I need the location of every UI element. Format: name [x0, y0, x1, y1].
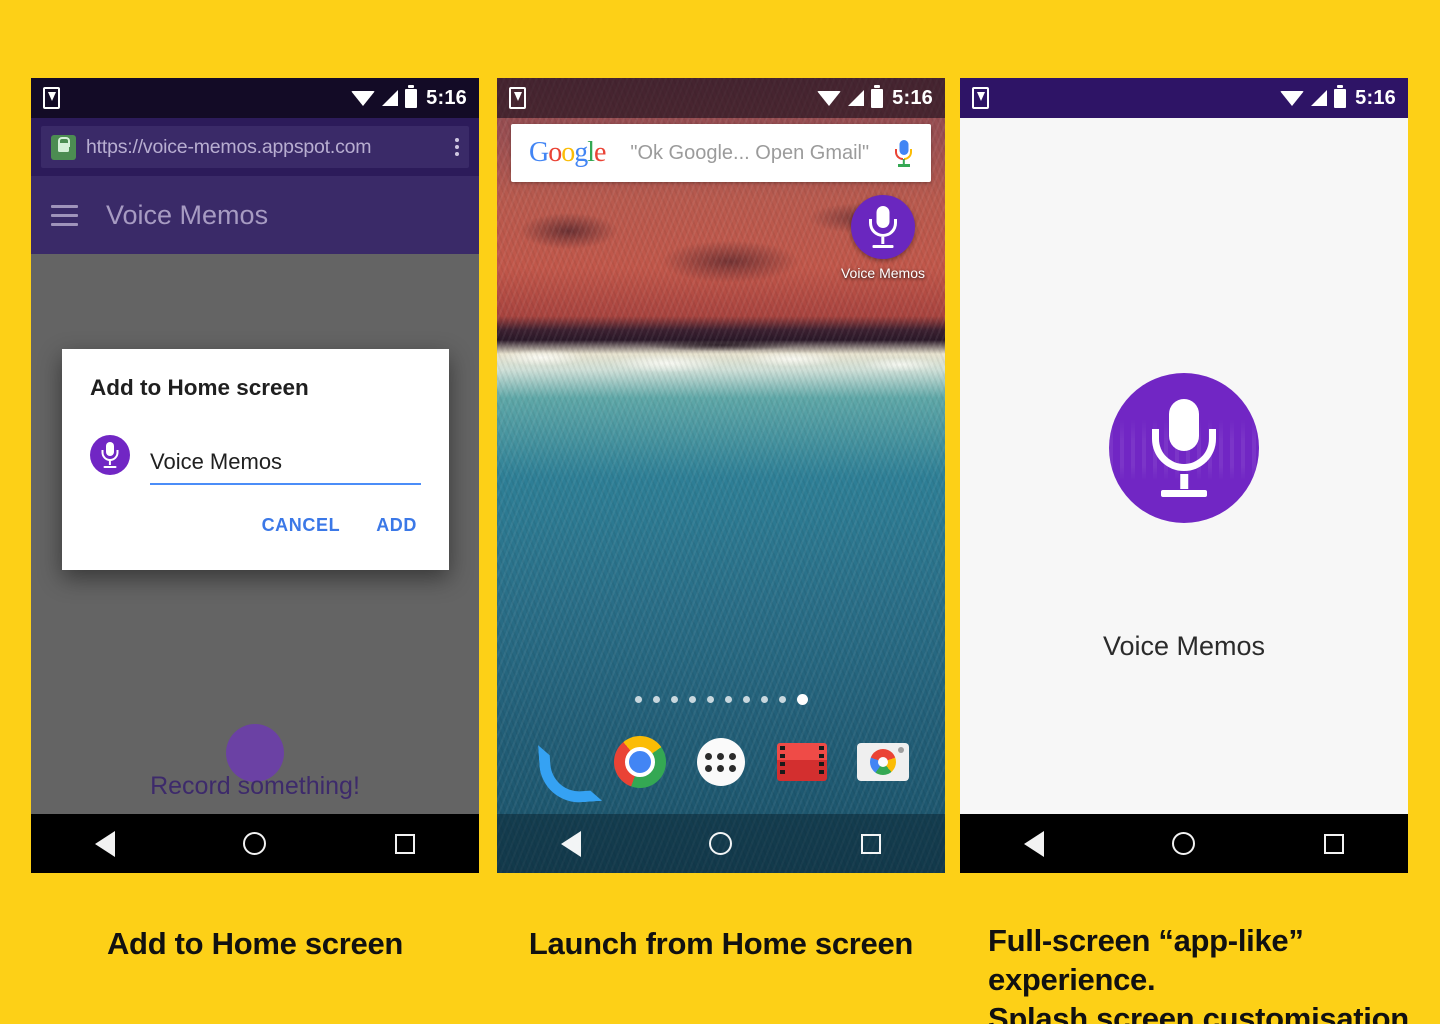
back-icon[interactable]: [1024, 830, 1045, 857]
phone-app-icon[interactable]: [530, 733, 588, 791]
google-search-widget[interactable]: Google "Ok Google... Open Gmail": [511, 124, 931, 182]
google-logo: Google: [529, 137, 606, 168]
system-nav-bar: [31, 814, 479, 873]
signal-icon: [848, 90, 865, 106]
system-nav-bar: [497, 814, 945, 873]
lock-icon: [51, 134, 76, 160]
page-dot[interactable]: [688, 696, 696, 703]
home-icon[interactable]: [243, 832, 267, 855]
home-icon[interactable]: [1172, 832, 1196, 855]
browser-toolbar: https://voice-memos.appspot.com: [31, 118, 479, 176]
page-dot[interactable]: [778, 696, 786, 703]
status-bar-right: 5:16: [1280, 87, 1396, 110]
status-bar: 5:16: [497, 78, 945, 118]
kebab-menu-icon[interactable]: [455, 138, 459, 156]
splash-app-name: Voice Memos: [1102, 631, 1266, 661]
page-dot-active[interactable]: [796, 694, 808, 705]
shortcut-name-value: Voice Memos: [150, 449, 283, 474]
download-icon: [509, 87, 526, 109]
caption-launch-from-home-screen: Launch from Home screen: [528, 926, 914, 961]
recents-icon[interactable]: [394, 833, 415, 854]
status-bar-clock: 5:16: [892, 86, 933, 109]
wifi-icon: [351, 90, 376, 106]
search-hint-text: "Ok Google... Open Gmail": [630, 141, 870, 164]
status-bar: 5:16: [960, 78, 1408, 118]
page-dot[interactable]: [670, 696, 678, 703]
caption-line-2: Splash screen customisation: [988, 1000, 1409, 1024]
camera-app-icon[interactable]: [854, 733, 912, 791]
shortcut-name-input[interactable]: Voice Memos: [150, 449, 421, 485]
page-indicator: [497, 694, 945, 705]
url-text: https://voice-memos.appspot.com: [86, 135, 372, 158]
play-movies-app-icon[interactable]: [773, 733, 831, 791]
add-button[interactable]: ADD: [376, 515, 417, 536]
phone-screenshot-launcher: 5:16 Google "Ok Google... Open Gmail" Vo…: [497, 78, 945, 873]
splash-screen: Voice Memos: [960, 118, 1408, 814]
dock: [497, 733, 945, 791]
microphone-icon: [90, 435, 130, 475]
page-dot[interactable]: [652, 696, 660, 703]
wifi-icon: [1280, 90, 1305, 106]
battery-icon: [871, 88, 884, 108]
home-icon[interactable]: [709, 832, 733, 855]
page-dot[interactable]: [742, 696, 750, 703]
microphone-icon: [1109, 373, 1259, 523]
download-icon: [43, 87, 60, 109]
page-dot[interactable]: [706, 696, 714, 703]
recents-icon[interactable]: [860, 833, 881, 854]
home-screen-shortcut-label: Voice Memos: [840, 265, 926, 281]
download-icon: [972, 87, 989, 109]
dialog-name-row: Voice Memos: [90, 435, 421, 485]
status-bar-right: 5:16: [351, 87, 467, 110]
signal-icon: [382, 90, 399, 106]
status-bar: 5:16: [31, 78, 479, 118]
page-dot[interactable]: [760, 696, 768, 703]
dialog-actions: CANCEL ADD: [90, 515, 421, 536]
signal-icon: [1311, 90, 1328, 106]
status-bar-clock: 5:16: [426, 86, 467, 109]
phone-screenshot-splash: 5:16 Voice Memos: [960, 78, 1408, 873]
back-icon[interactable]: [95, 830, 116, 857]
battery-icon: [1334, 88, 1347, 108]
hamburger-icon[interactable]: [51, 204, 78, 226]
back-icon[interactable]: [561, 830, 582, 857]
add-to-home-screen-dialog: Add to Home screen Voice Memos CANCEL AD…: [62, 349, 449, 570]
home-screen-shortcut[interactable]: Voice Memos: [838, 195, 928, 281]
system-nav-bar: [960, 814, 1408, 873]
recents-icon[interactable]: [1323, 833, 1344, 854]
app-title: Voice Memos: [106, 199, 269, 230]
omnibox[interactable]: https://voice-memos.appspot.com: [41, 126, 469, 168]
dialog-title: Add to Home screen: [90, 375, 309, 400]
caption-full-screen-experience: Full-screen “app-like” experience. Splas…: [988, 922, 1428, 1024]
page-dot[interactable]: [724, 696, 732, 703]
battery-icon: [405, 88, 418, 108]
phone-screenshot-add-to-home: 5:16 https://voice-memos.appspot.com Voi…: [31, 78, 479, 873]
google-mic-icon[interactable]: [894, 139, 913, 167]
chrome-app-icon[interactable]: [611, 733, 669, 791]
status-bar-clock: 5:16: [1355, 86, 1396, 109]
wifi-icon: [817, 90, 842, 106]
caption-line-1: Full-screen “app-like” experience.: [988, 923, 1304, 997]
microphone-icon: [851, 195, 915, 259]
page-dot[interactable]: [634, 696, 642, 703]
status-bar-right: 5:16: [817, 87, 933, 110]
empty-state-text: Record something!: [150, 772, 360, 800]
caption-add-to-home-screen: Add to Home screen: [106, 926, 404, 961]
all-apps-icon[interactable]: [692, 733, 750, 791]
poster-canvas: 5:16 https://voice-memos.appspot.com Voi…: [0, 0, 1440, 1024]
app-bar: Voice Memos: [31, 176, 479, 254]
cancel-button[interactable]: CANCEL: [262, 515, 341, 536]
